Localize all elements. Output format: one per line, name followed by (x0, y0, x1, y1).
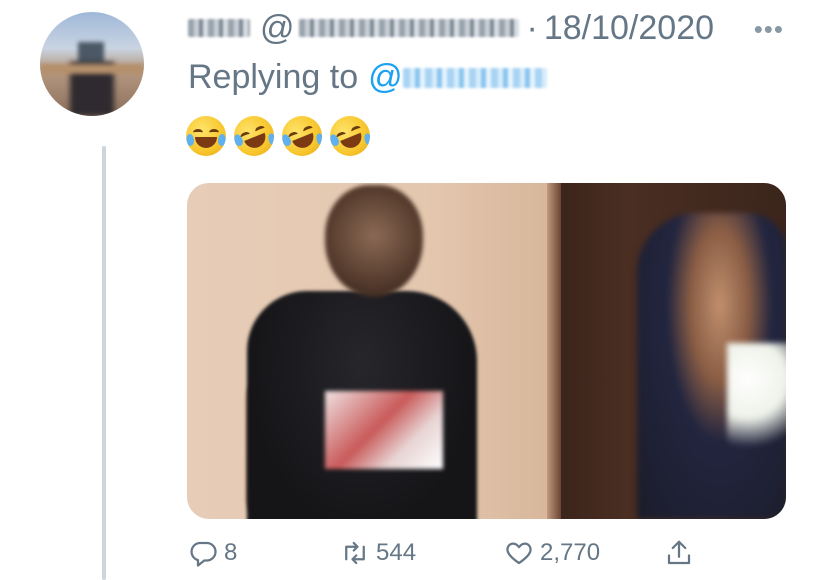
retweet-icon (345, 541, 365, 565)
like-count: 2,770 (540, 539, 601, 566)
reply-to-mention[interactable]: @ (368, 58, 547, 97)
more-icon[interactable]: ••• (754, 14, 784, 45)
tears-of-joy-emoji-icon (186, 116, 226, 156)
display-name-redacted[interactable] (188, 19, 250, 37)
replying-to-label: Replying to (188, 58, 359, 96)
mention-at: @ (368, 58, 403, 96)
user-avatar[interactable] (40, 12, 144, 116)
replying-to-line: Replying to @ (188, 58, 547, 97)
reply-count: 8 (224, 539, 238, 566)
rolling-laughing-emoji-icon (275, 109, 329, 163)
rolling-laughing-emoji-icon (323, 109, 377, 163)
media-door-edge (547, 183, 561, 519)
mention-handle-redacted (402, 67, 547, 88)
rolling-laughing-emoji-icon (227, 109, 281, 163)
share-icon (667, 540, 691, 565)
tweet-header: @ · 18/10/2020 (188, 6, 714, 50)
handle-redacted[interactable] (298, 19, 519, 37)
tweet-media-video[interactable] (187, 183, 786, 519)
reply-icon (190, 541, 217, 567)
retweet-count: 544 (376, 539, 417, 566)
media-shirt-print (325, 391, 443, 469)
share-button[interactable] (664, 538, 700, 568)
like-icon (506, 542, 532, 565)
tweet-text (186, 109, 377, 163)
thread-line (102, 146, 106, 580)
tweet-actions: 8 544 2,770 (188, 538, 708, 574)
reply-button[interactable]: 8 (188, 538, 237, 568)
handle-at: @ (260, 8, 295, 47)
tweet-date[interactable]: 18/10/2020 (544, 9, 714, 48)
separator-dot: · (526, 8, 538, 47)
media-flowers (727, 343, 786, 463)
like-button[interactable]: 2,770 (504, 538, 600, 568)
retweet-button[interactable]: 544 (340, 538, 416, 568)
media-person-head (325, 185, 423, 297)
